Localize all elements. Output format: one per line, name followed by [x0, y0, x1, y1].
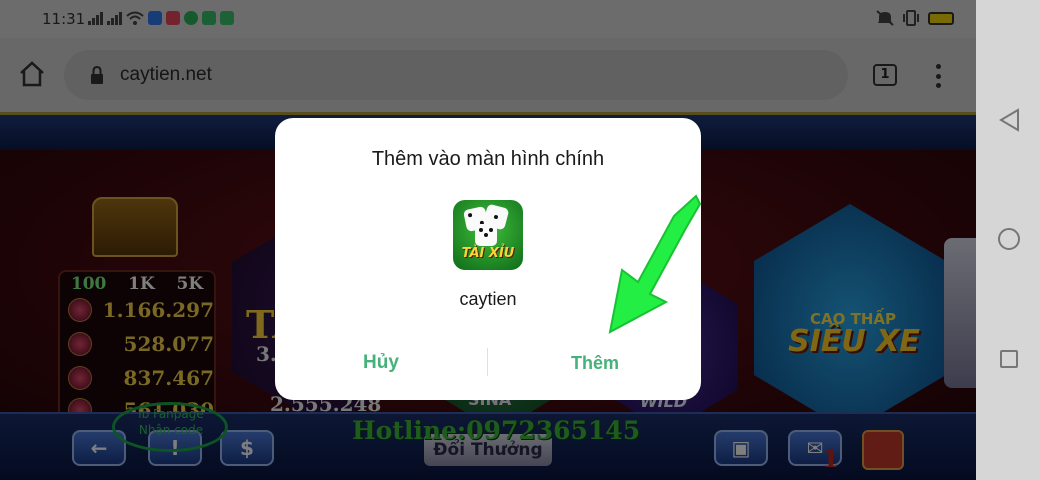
button-divider	[487, 348, 488, 376]
dice-icon	[475, 224, 497, 246]
system-nav-bar	[976, 0, 1040, 480]
app-icon: TÀI XỈU	[453, 200, 523, 270]
nav-back-icon[interactable]	[998, 108, 1020, 132]
add-button[interactable]: Thêm	[539, 348, 651, 378]
nav-recents-icon[interactable]	[1000, 350, 1018, 368]
nav-home-icon[interactable]	[998, 228, 1020, 250]
annotation-arrow-icon	[608, 194, 702, 334]
app-icon-banner: TÀI XỈU	[461, 246, 515, 261]
dialog-title: Thêm vào màn hình chính	[371, 148, 605, 170]
cancel-button[interactable]: Hủy	[325, 348, 437, 378]
